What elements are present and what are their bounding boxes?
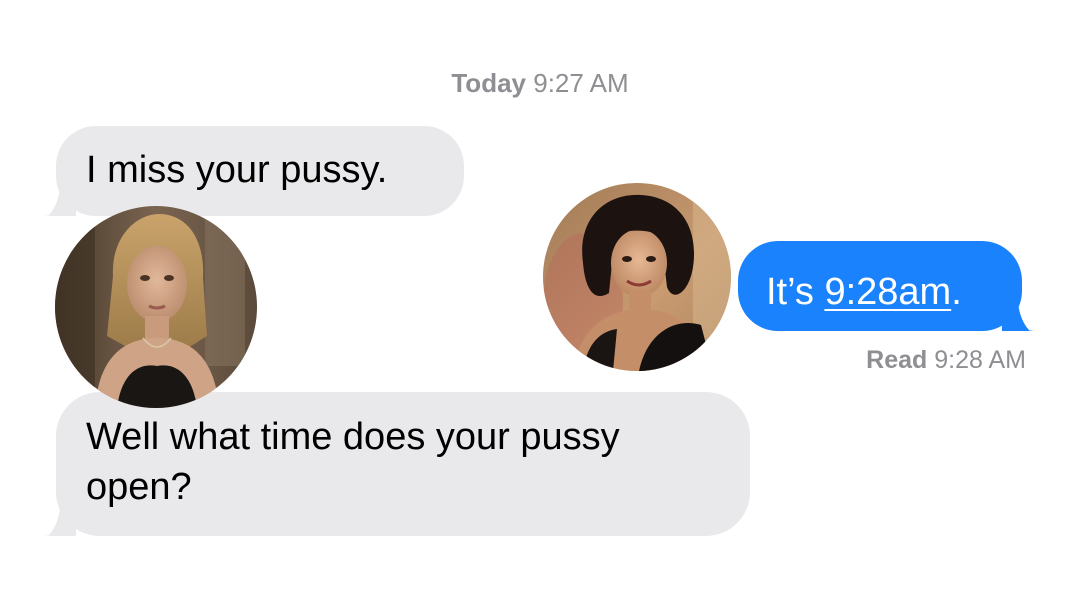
conversation-timestamp: Today 9:27 AM	[0, 68, 1080, 99]
bubble-tail-icon	[1002, 303, 1036, 331]
incoming-message-bubble[interactable]: Well what time does your pussy open?	[42, 392, 750, 536]
read-receipt-label: Read	[866, 346, 928, 374]
message-text: I miss your pussy.	[86, 149, 388, 191]
outgoing-message-bubble[interactable]: It’s 9:28am.	[738, 241, 1036, 331]
read-receipt: Read 9:28 AM	[866, 346, 1026, 375]
timestamp-time: 9:27 AM	[533, 68, 629, 98]
incoming-message-bubble[interactable]: I miss your pussy.	[42, 126, 464, 216]
blonde-woman-photo-icon	[55, 206, 257, 408]
message-text: It’s 9:28am.	[766, 271, 962, 313]
read-receipt-time: 9:28 AM	[934, 346, 1026, 374]
dark-haired-woman-photo-icon	[543, 183, 731, 371]
bubble-tail-icon	[42, 188, 76, 216]
time-link[interactable]: 9:28am	[824, 271, 951, 313]
message-text-suffix: .	[951, 271, 962, 313]
contact-avatar-right	[543, 183, 731, 371]
timestamp-day: Today	[451, 68, 526, 98]
message-text: Well what time does your pussy open?	[86, 416, 620, 508]
bubble-tail-icon	[42, 508, 76, 536]
message-text-prefix: It’s	[766, 271, 825, 313]
contact-avatar-left	[55, 206, 257, 408]
